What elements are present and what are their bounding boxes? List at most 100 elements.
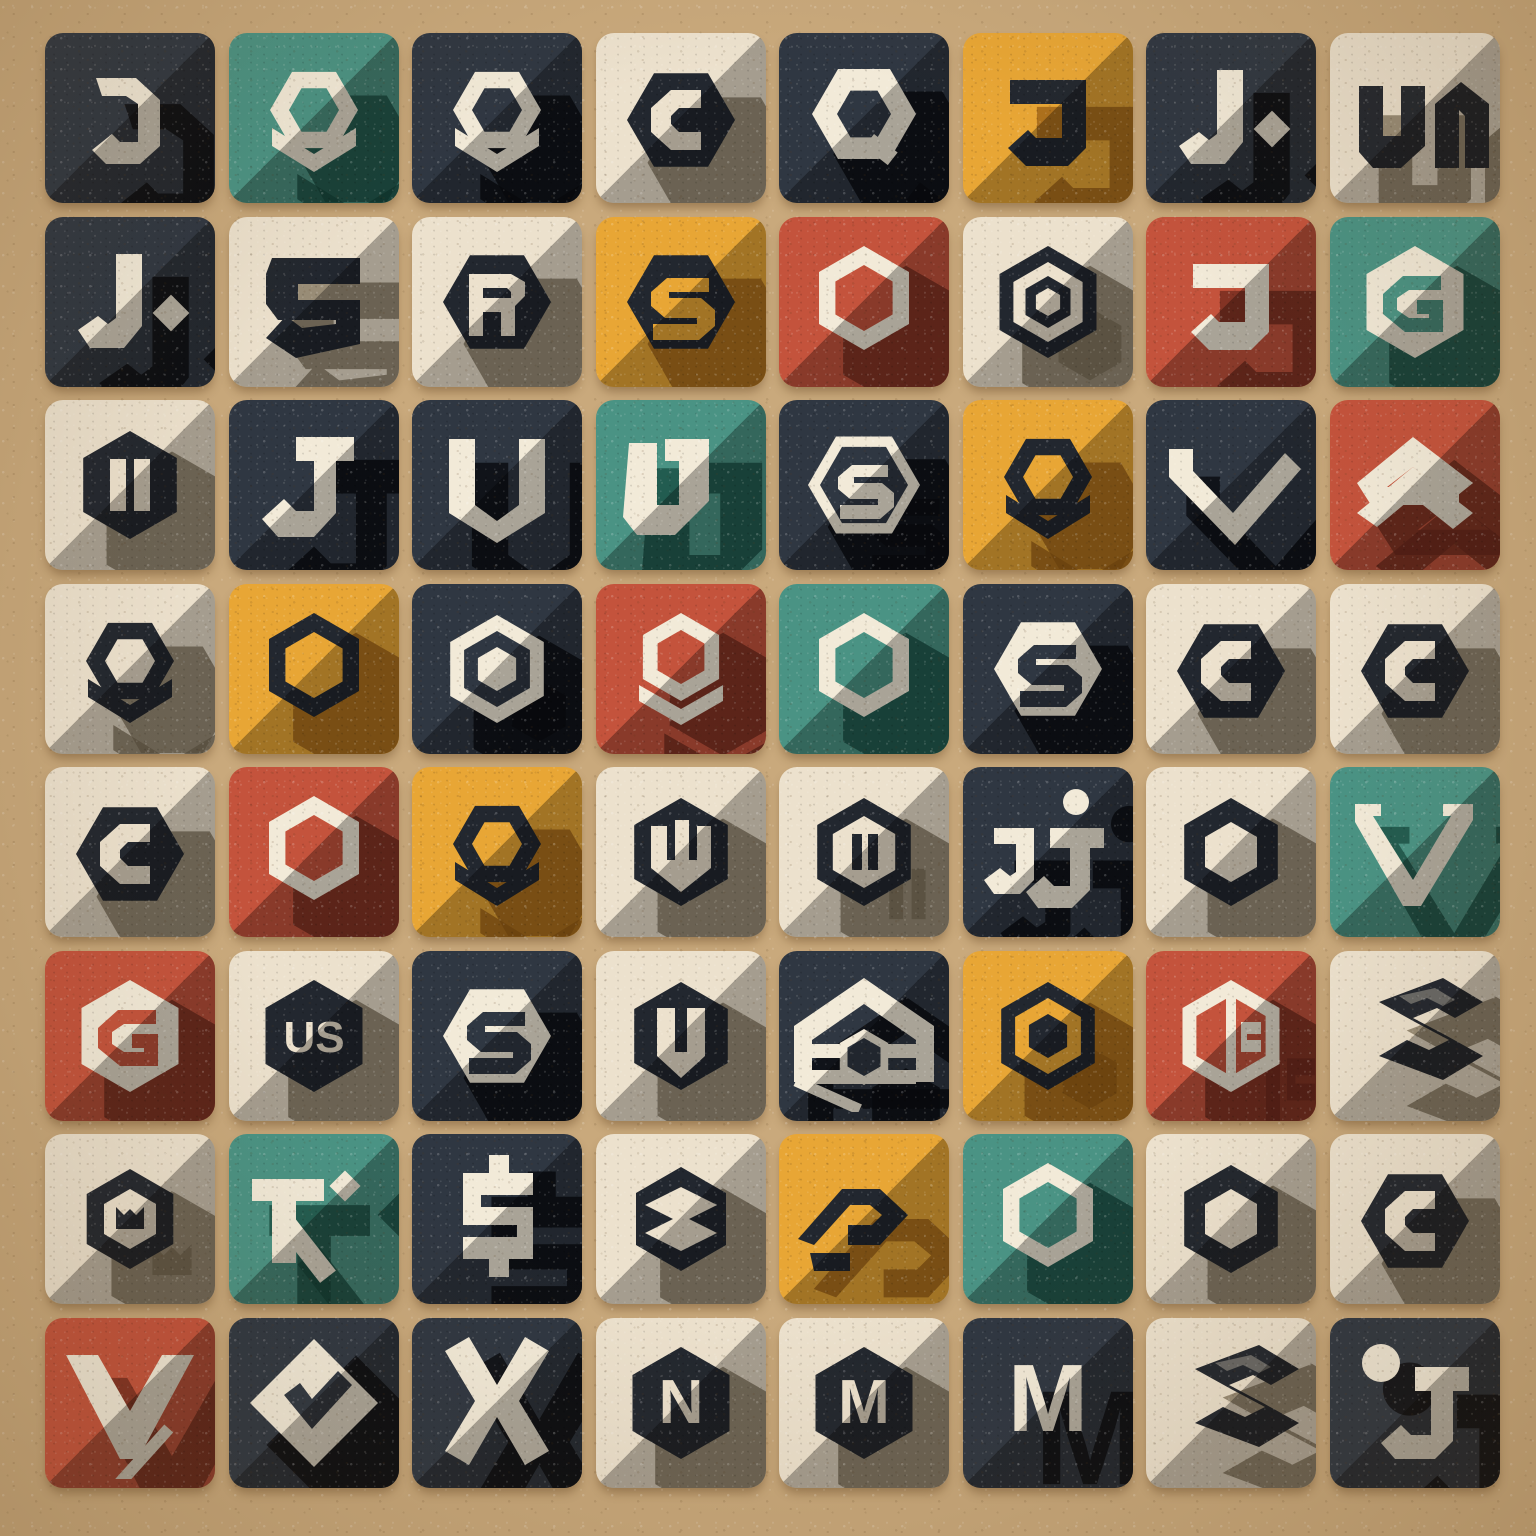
icon-us-hex-cream[interactable]: US US — [228, 950, 399, 1121]
icon-o-hex-red-2-mark — [229, 767, 399, 937]
icon-e-hex-cream[interactable] — [45, 583, 215, 754]
icon-c-ring-amber[interactable] — [962, 950, 1133, 1121]
icon-j-hex-dark[interactable] — [45, 33, 215, 203]
icon-j-red-mark — [1146, 217, 1316, 387]
icon-c-hex-cream-5[interactable] — [1329, 1134, 1500, 1304]
icon-j-serif-dark[interactable] — [228, 400, 399, 570]
icon-c-hex-cream-4[interactable] — [45, 767, 215, 937]
icon-e-hex-teal-mark — [229, 33, 399, 203]
icon-o-hex-teal-2[interactable] — [962, 1134, 1133, 1304]
icon-m-dark[interactable]: M M — [962, 1317, 1133, 1488]
icon-e-stack-dark-mark — [412, 33, 582, 203]
icon-c-ring-dark-mark — [412, 584, 582, 754]
icon-c-hex-cream-4-mark — [45, 767, 215, 937]
icon-u-serif-dark-mark — [412, 400, 582, 570]
icon-o-hex-teal-2-mark — [963, 1134, 1133, 1304]
icon-o-hex-red[interactable] — [779, 216, 949, 387]
icon-ii-hex-cream[interactable] — [45, 400, 215, 570]
icon-g-hex-teal[interactable] — [1329, 216, 1500, 387]
icon-o-plain-cream[interactable] — [1146, 767, 1316, 937]
icon-c-double-cream[interactable] — [962, 216, 1133, 387]
icon-j-amber[interactable] — [962, 33, 1133, 203]
icon-d-split-red[interactable] — [1146, 950, 1316, 1121]
icon-check-dark-mark — [1146, 400, 1316, 570]
icon-o-hex-red-2[interactable] — [228, 767, 399, 937]
icon-s-hex-amber[interactable] — [595, 216, 766, 387]
icon-o-stack-red[interactable] — [595, 583, 766, 754]
icon-v-hook-teal-mark — [596, 400, 766, 570]
icon-g-shield-cream[interactable] — [228, 216, 399, 387]
icon-un-cream[interactable] — [1329, 33, 1500, 203]
icon-e-hex-amber-2-mark — [412, 767, 582, 937]
icon-house-dark-mark — [779, 951, 949, 1121]
icon-u-hex-cream[interactable] — [595, 950, 766, 1121]
icon-u-serif-dark[interactable] — [412, 400, 582, 570]
icon-c-hex-cream-3[interactable] — [1329, 583, 1500, 754]
icon-u-arrow-cream[interactable] — [595, 767, 766, 937]
icon-check-double-red[interactable] — [45, 1317, 215, 1488]
icon-ji-dark-mark — [963, 767, 1133, 937]
icon-o-plain-cream-2[interactable] — [1146, 1134, 1316, 1304]
icon-q-hex-dark-mark — [779, 33, 949, 203]
icon-dollar-dark[interactable] — [412, 1134, 582, 1304]
icon-us-hex-cream-mark: US — [229, 951, 399, 1121]
icon-ribbon-amber[interactable] — [779, 1134, 949, 1304]
svg-text:N: N — [658, 1368, 703, 1437]
icon-j-dot-dark-2[interactable] — [45, 216, 215, 387]
icon-check-dark[interactable] — [1146, 400, 1316, 570]
svg-text:M: M — [838, 1368, 890, 1437]
icon-m-hex-cream-mark: M — [779, 1318, 949, 1488]
icon-m-hex-cream[interactable]: M M — [779, 1317, 949, 1488]
icon-check-diamond-dark[interactable] — [228, 1317, 399, 1488]
icon-e-hex-cream-mark — [45, 584, 215, 754]
icon-c-ring-dark[interactable] — [412, 583, 582, 754]
icon-j-dot-dark-mark — [1146, 33, 1316, 203]
icon-c-hex-cream[interactable] — [595, 33, 766, 203]
icon-s-hex-dark-2-mark — [412, 951, 582, 1121]
icon-g-hex-red[interactable] — [45, 950, 215, 1121]
icon-c-hex-cream-mark — [596, 33, 766, 203]
icon-o-stack-red-mark — [596, 584, 766, 754]
icon-n-hex-cream-mark: N — [596, 1318, 766, 1488]
icon-s-iso-cream[interactable] — [1329, 950, 1500, 1121]
icon-u-arrow-cream-mark — [596, 767, 766, 937]
icon-u-hex-cream-mark — [596, 951, 766, 1121]
icon-c-hex-cream-2[interactable] — [1146, 583, 1316, 754]
icon-s-hex-dark[interactable] — [962, 583, 1133, 754]
icon-j-dot-dark-2-mark — [45, 217, 215, 387]
icon-o-hex-teal[interactable] — [779, 583, 949, 754]
icon-v-teal[interactable] — [1329, 767, 1500, 937]
icon-j-dot-dark[interactable] — [1146, 33, 1316, 203]
icon-n-hex-cream[interactable]: N N — [595, 1317, 766, 1488]
icon-j-red[interactable] — [1146, 216, 1316, 387]
icon-j-dot-tall-dark[interactable] — [1329, 1317, 1500, 1488]
icon-ii-hex-solid[interactable] — [779, 767, 949, 937]
icon-ji-dark[interactable] — [962, 767, 1133, 937]
icon-b-hex-cream[interactable] — [595, 1134, 766, 1304]
icon-r-hex-cream[interactable] — [412, 216, 582, 387]
icon-s-iso-cream-2[interactable] — [1146, 1317, 1316, 1488]
icon-t-slash-teal[interactable] — [228, 1134, 399, 1304]
icon-arrow-fold-red[interactable] — [1329, 400, 1500, 570]
icon-arrow-fold-red-mark — [1330, 400, 1500, 570]
icon-c-hex-cream-2-mark — [1146, 584, 1316, 754]
icon-grid: US US N N M M M M — [0, 0, 1536, 1536]
icon-s-hex-outline[interactable] — [779, 400, 949, 570]
icon-q-hex-dark[interactable] — [779, 33, 949, 203]
icon-heart-hex-cream[interactable] — [45, 1134, 215, 1304]
icon-o-hex-amber[interactable] — [228, 583, 399, 754]
icon-v-teal-mark — [1330, 767, 1500, 937]
icon-e-hex-amber-2[interactable] — [412, 767, 582, 937]
icon-v-hook-teal[interactable] — [595, 400, 766, 570]
icon-x-dark[interactable] — [412, 1317, 582, 1488]
icon-un-cream-mark — [1330, 33, 1500, 203]
icon-e-stack-dark[interactable] — [412, 33, 582, 203]
icon-e-hex-amber[interactable] — [962, 400, 1133, 570]
icon-e-hex-teal[interactable] — [228, 33, 399, 203]
icon-house-dark[interactable] — [779, 950, 949, 1121]
icon-s-hex-dark-2[interactable] — [412, 950, 582, 1121]
icon-c-ring-amber-mark — [963, 951, 1133, 1121]
icon-r-hex-cream-mark — [412, 217, 582, 387]
icon-o-hex-red-mark — [779, 217, 949, 387]
icon-j-serif-dark-mark — [229, 400, 399, 570]
